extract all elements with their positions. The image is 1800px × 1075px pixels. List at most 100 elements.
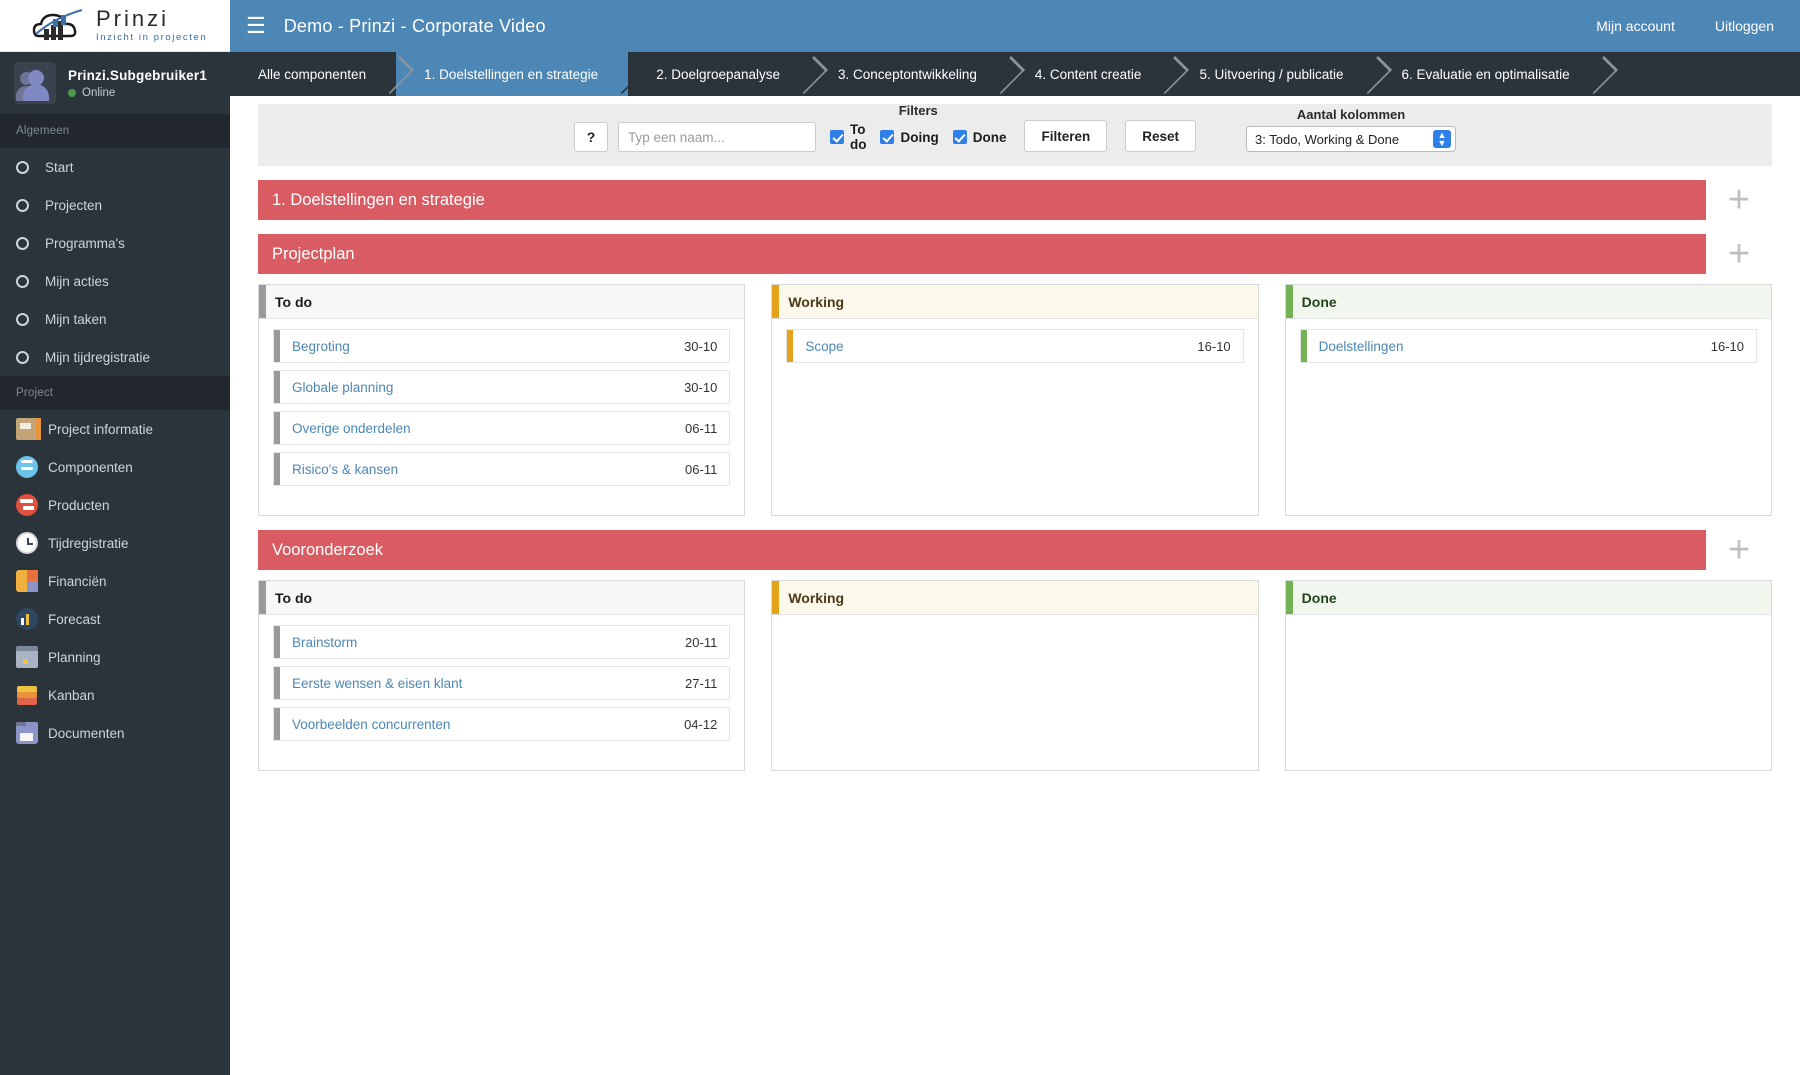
checkbox-icon[interactable] [952, 130, 967, 144]
add-component-button[interactable]: + [1706, 180, 1772, 220]
filter-button[interactable]: Filteren [1024, 120, 1108, 152]
column-body: Begroting 30-10 Globale planning 30-10 Overi… [259, 319, 744, 515]
sidebar-item-programma-s[interactable]: Programma's [0, 224, 230, 262]
sidebar-item-label: Producten [48, 497, 110, 513]
column-body: Brainstorm 20-11 Eerste wensen & eisen kla… [259, 615, 744, 770]
sidebar-item-producten[interactable]: Producten [0, 486, 230, 524]
filter-checkbox-done[interactable]: Done [952, 129, 1007, 145]
breadcrumb-label: 5. Uitvoering / publicatie [1199, 66, 1344, 82]
breadcrumb: Alle componenten 1. Doelstellingen en str… [230, 52, 1800, 96]
card-title[interactable]: Begroting [292, 339, 350, 354]
column-body: Doelstellingen 16-10 [1286, 319, 1771, 515]
sidebar-item-projecten[interactable]: Projecten [0, 186, 230, 224]
page-title: Demo - Prinzi - Corporate Video [283, 15, 546, 36]
sidebar-item-label: Mijn taken [45, 311, 107, 327]
card-title[interactable]: Scope [805, 339, 843, 354]
sidebar-group-project: Project [0, 376, 230, 410]
phase-header-row: 1. Doelstellingen en strategie + [258, 166, 1772, 220]
bar-chart-icon [16, 608, 38, 630]
sidebar-item-label: Start [45, 159, 74, 175]
column-accent-bar [1285, 581, 1293, 614]
card-title[interactable]: Voorbeelden concurrenten [292, 717, 450, 732]
sidebar-item-mijn-acties[interactable]: Mijn acties [0, 262, 230, 300]
app-logo[interactable]: Prinzi Inzicht in projecten [0, 0, 230, 52]
breadcrumb-item-1[interactable]: Alle componenten [230, 52, 396, 96]
sidebar-item-financi-n[interactable]: Financiën [0, 562, 230, 600]
kanban-card[interactable]: Risico's & kansen 06-11 [273, 452, 731, 486]
sidebar-item-planning[interactable]: Planning [0, 638, 230, 676]
kanban-column-done: Done Doelstellingen 16-10 [1284, 284, 1772, 516]
columns-select[interactable]: 3: Todo, Working & Done ▲ ▼ [1246, 126, 1457, 152]
kanban-card[interactable]: Scope 16-10 [786, 329, 1244, 363]
kanban-card[interactable]: Brainstorm 20-11 [273, 625, 731, 659]
card-title[interactable]: Brainstorm [292, 635, 357, 650]
sidebar-item-label: Planning [48, 649, 101, 665]
filter-checkbox-to-do[interactable]: To do [829, 122, 867, 152]
checkbox-label: To do [849, 122, 867, 152]
prinzi-logo-icon [28, 6, 90, 46]
reset-button[interactable]: Reset [1125, 120, 1197, 152]
card-title[interactable]: Doelstellingen [1319, 339, 1404, 354]
kanban-card[interactable]: Eerste wensen & eisen klant 27-11 [273, 666, 731, 700]
hamburger-icon[interactable]: ☰ [246, 15, 266, 37]
plus-icon: + [1727, 529, 1751, 571]
stopwatch-icon [16, 532, 38, 554]
card-date: 27-11 [685, 675, 718, 691]
add-card-button[interactable]: + [1706, 530, 1772, 570]
card-date: 30-10 [684, 379, 718, 395]
checkbox-label: Done [972, 129, 1007, 145]
card-accent-bar [787, 330, 794, 362]
sidebar-item-start[interactable]: Start [0, 148, 230, 186]
sidebar-item-project-informatie[interactable]: Project informatie [0, 410, 230, 448]
user-profile[interactable]: Prinzi.Subgebruiker1 Online [0, 52, 230, 114]
column-header: To do [259, 581, 745, 615]
help-button[interactable]: ? [573, 122, 608, 152]
kanban-card[interactable]: Doelstellingen 16-10 [1299, 329, 1757, 363]
column-body [772, 615, 1257, 770]
sidebar-item-label: Kanban [48, 687, 95, 703]
checkbox-icon[interactable] [880, 130, 895, 144]
kanban-card[interactable]: Begroting 30-10 [273, 329, 731, 363]
breadcrumb-label: Alle componenten [258, 66, 367, 82]
sidebar-item-tijdregistratie[interactable]: Tijdregistratie [0, 524, 230, 562]
sidebar-item-label: Forecast [48, 611, 101, 627]
add-card-button[interactable]: + [1706, 234, 1772, 274]
filter-checkbox-doing[interactable]: Doing [880, 130, 939, 145]
card-date: 20-11 [685, 634, 718, 650]
my-account-link[interactable]: Mijn account [1596, 18, 1675, 34]
search-input[interactable] [617, 122, 816, 152]
checkbox-icon[interactable] [829, 130, 844, 144]
logout-link[interactable]: Uitloggen [1715, 18, 1774, 34]
sidebar-item-kanban[interactable]: Kanban [0, 676, 230, 714]
component-title: Projectplan [258, 234, 1706, 274]
breadcrumb-item-4[interactable]: 3. Conceptontwikkeling [810, 52, 1007, 96]
breadcrumb-item-5[interactable]: 4. Content creatie [1007, 52, 1172, 96]
kanban-card[interactable]: Globale planning 30-10 [273, 370, 731, 404]
card-title[interactable]: Globale planning [292, 380, 393, 395]
circle-icon [16, 312, 29, 326]
kanban-card[interactable]: Voorbeelden concurrenten 04-12 [273, 707, 731, 741]
sidebar-item-mijn-taken[interactable]: Mijn taken [0, 300, 230, 338]
card-title[interactable]: Overige onderdelen [292, 421, 411, 436]
breadcrumb-item-7[interactable]: 6. Evaluatie en optimalisatie [1374, 52, 1600, 96]
sidebar-item-componenten[interactable]: Componenten [0, 448, 230, 486]
breadcrumb-item-6[interactable]: 5. Uitvoering / publicatie [1171, 52, 1373, 96]
sidebar-item-forecast[interactable]: Forecast [0, 600, 230, 638]
column-accent-bar [772, 285, 780, 318]
plus-icon: + [1727, 179, 1751, 221]
user-status: Online [68, 87, 207, 99]
circle-icon [16, 274, 29, 288]
sidebar-item-documenten[interactable]: Documenten [0, 714, 230, 752]
kanban-card[interactable]: Overige onderdelen 06-11 [273, 411, 731, 445]
kanban-column-working: Working [771, 580, 1259, 771]
component-header-row: Projectplan + [258, 220, 1772, 274]
card-title[interactable]: Risico's & kansen [292, 462, 398, 477]
breadcrumb-item-3[interactable]: 2. Doelgroepanalyse [628, 52, 810, 96]
breadcrumb-label: 1. Doelstellingen en strategie [424, 66, 599, 82]
kanban-columns: To do Begroting 30-10 Globale planning 30-10… [258, 284, 1772, 516]
sidebar-item-mijn-tijdregistratie[interactable]: Mijn tijdregistratie [0, 338, 230, 376]
sidebar-item-label: Componenten [48, 459, 133, 475]
card-title[interactable]: Eerste wensen & eisen klant [292, 676, 462, 691]
top-bar: ☰ Demo - Prinzi - Corporate Video Mijn a… [230, 0, 1800, 52]
breadcrumb-item-2[interactable]: 1. Doelstellingen en strategie [396, 52, 629, 96]
